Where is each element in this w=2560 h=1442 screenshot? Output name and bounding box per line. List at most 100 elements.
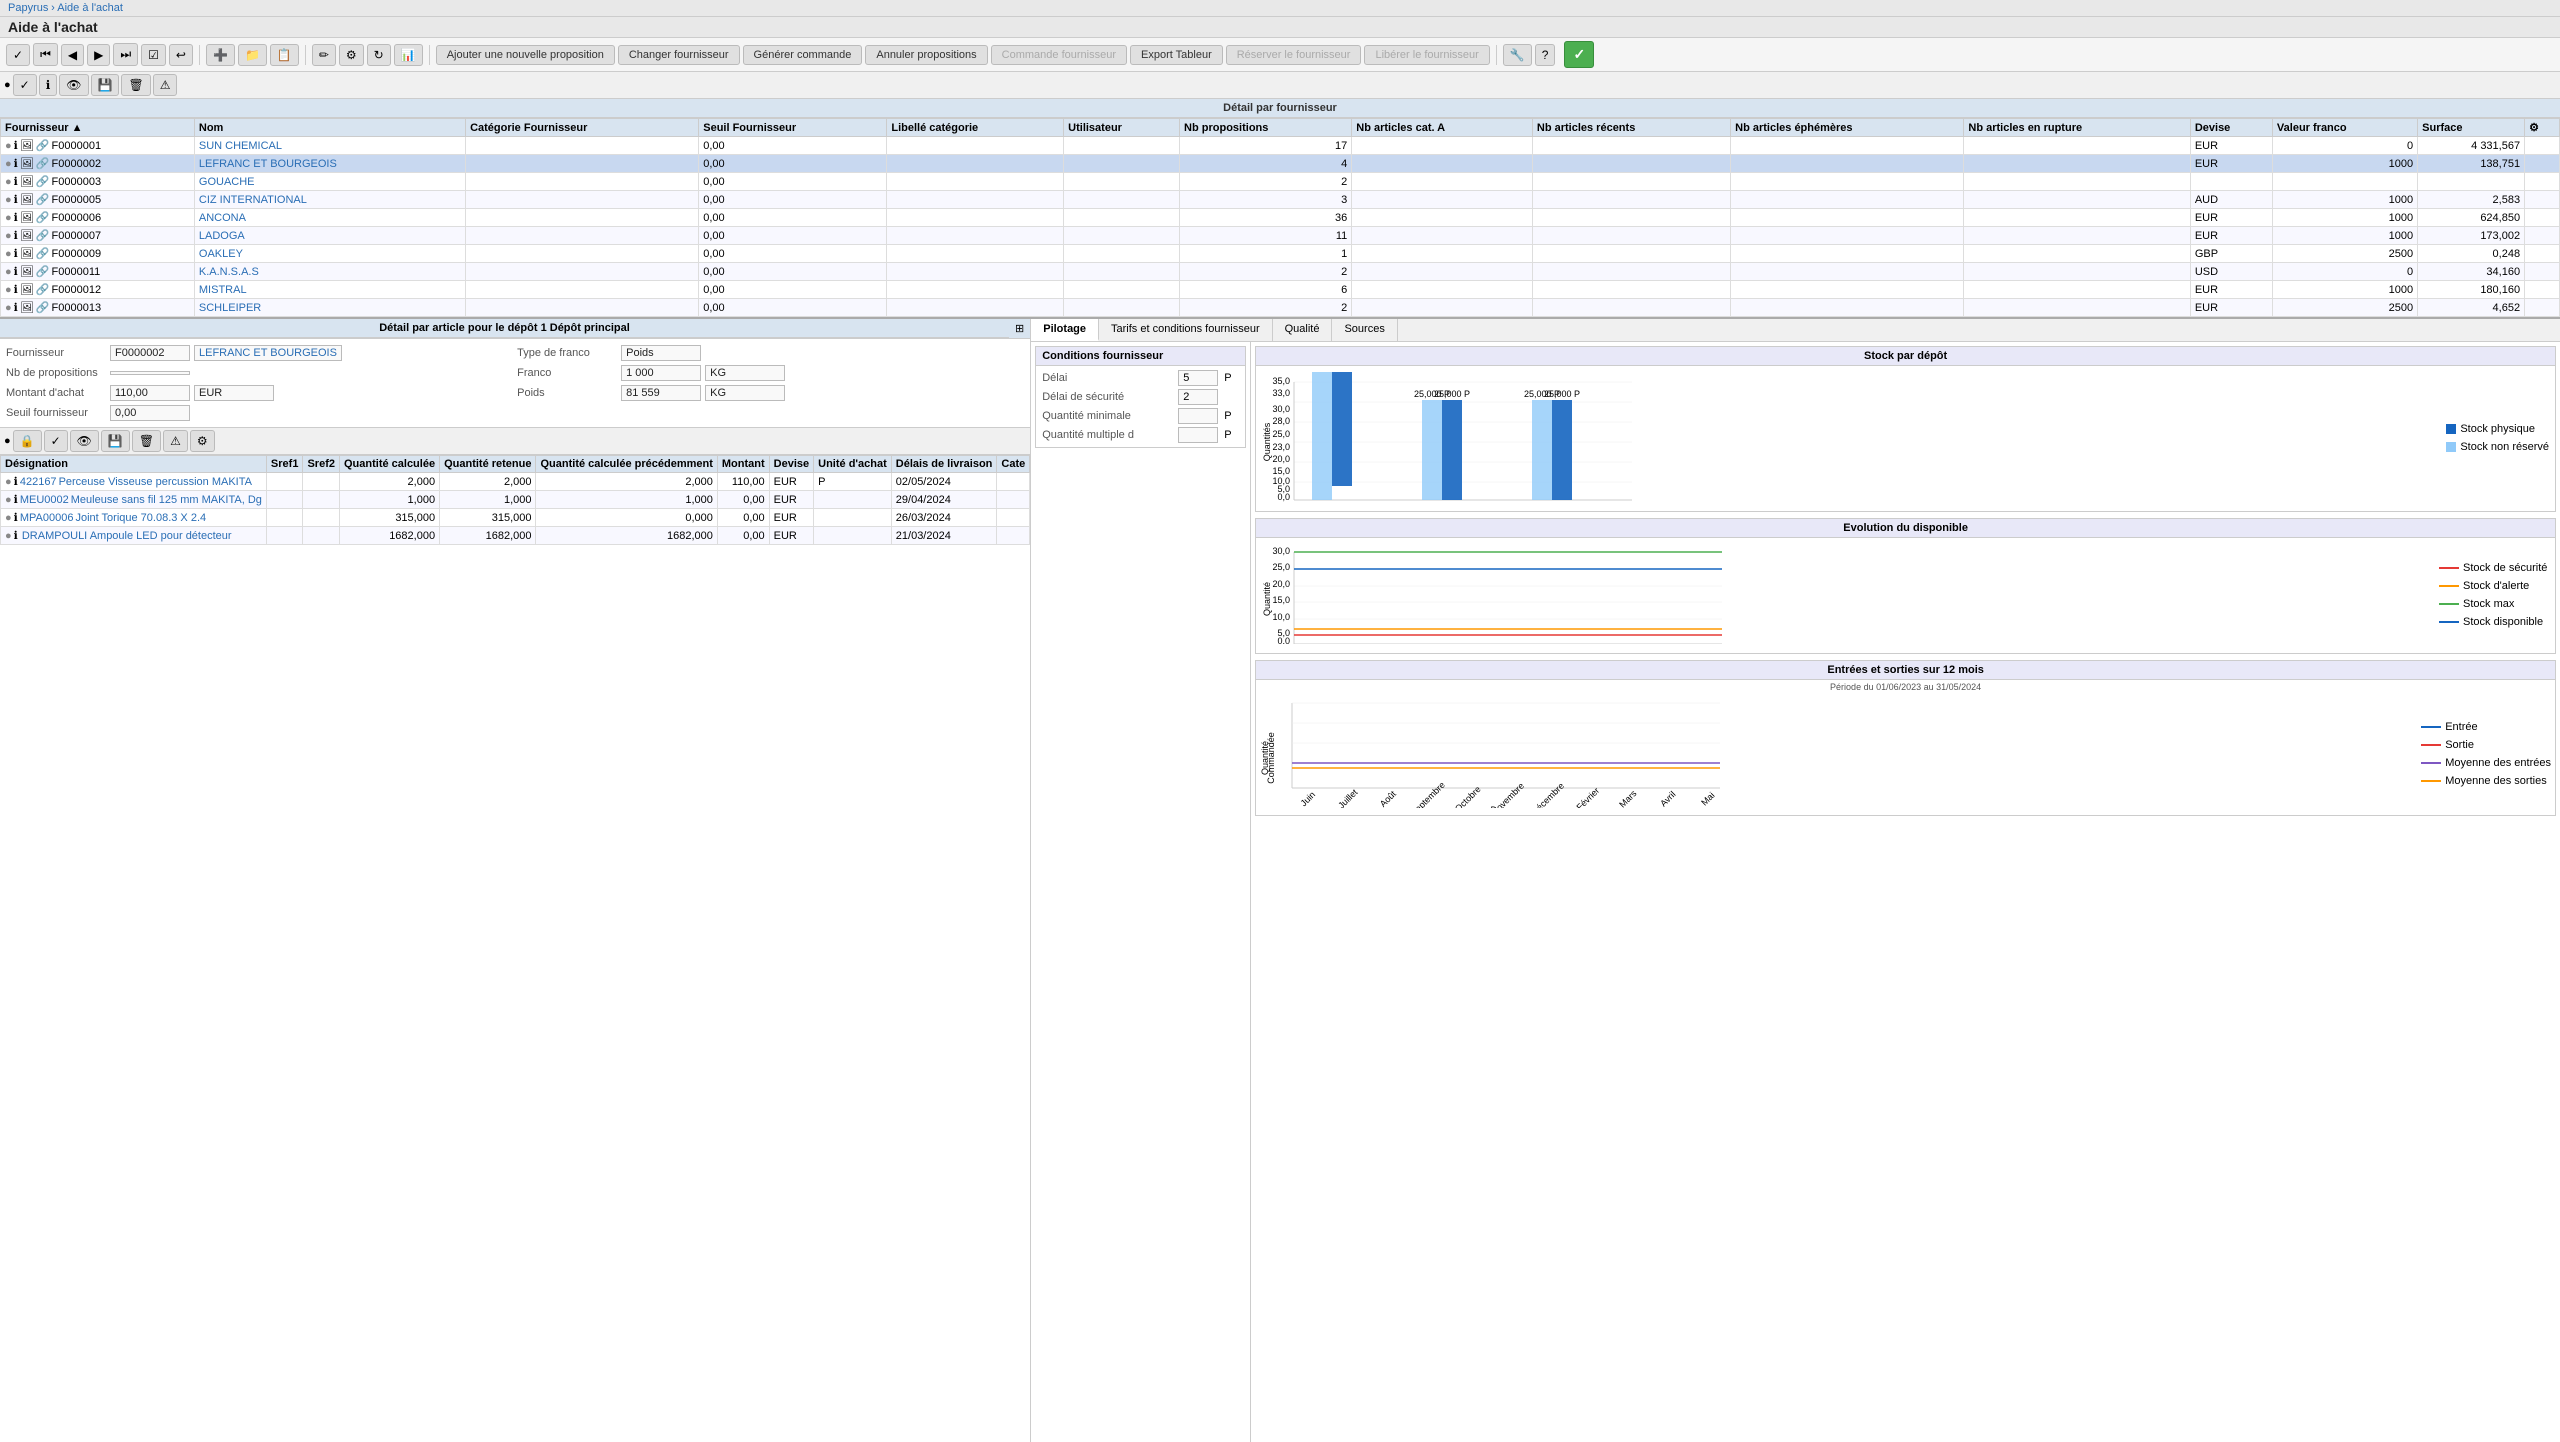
detail-table-wrap[interactable]: Désignation Sref1 Sref2 Quantité calculé… — [0, 455, 1030, 1442]
row-img[interactable]: 🖼 — [20, 175, 34, 188]
supplier-row[interactable]: ● ℹ 🖼 🔗 F0000007 LADOGA 0,00 11 EUR 1000… — [1, 227, 2560, 245]
row-img[interactable]: 🖼 — [20, 265, 34, 278]
upper-info[interactable]: ℹ — [39, 74, 58, 96]
detail-filter[interactable]: ⚙ — [190, 430, 215, 452]
row-info[interactable]: ℹ — [14, 193, 18, 206]
supplier-row[interactable]: ● ℹ 🖼 🔗 F0000012 MISTRAL 0,00 6 EUR 1000… — [1, 281, 2560, 299]
toolbar-check2[interactable]: ☑ — [141, 44, 166, 66]
row-link[interactable]: 🔗 — [36, 265, 50, 278]
row-link[interactable]: 🔗 — [36, 283, 50, 296]
row-info[interactable]: ℹ — [14, 139, 18, 152]
row-info[interactable]: ℹ — [14, 265, 18, 278]
tab-tarifs[interactable]: Tarifs et conditions fournisseur — [1099, 319, 1273, 341]
reserve-supplier-btn[interactable]: Réserver le fournisseur — [1226, 45, 1362, 65]
supplier-row[interactable]: ● ℹ 🖼 🔗 F0000001 SUN CHEMICAL 0,00 17 EU… — [1, 137, 2560, 155]
supplier-order-btn[interactable]: Commande fournisseur — [991, 45, 1127, 65]
supplier-row[interactable]: ● ℹ 🖼 🔗 F0000009 OAKLEY 0,00 1 GBP 2500 … — [1, 245, 2560, 263]
toolbar-refresh[interactable]: ↻ — [367, 44, 391, 66]
upper-table-scroll[interactable]: Fournisseur ▲ Nom Catégorie Fournisseur … — [0, 118, 2560, 317]
row-link[interactable]: 🔗 — [36, 139, 50, 152]
article-row[interactable]: ● ℹ 422167 Perceuse Visseuse percussion … — [1, 473, 1030, 491]
toolbar-nav-last[interactable]: ⏭ — [113, 43, 138, 66]
upper-warning[interactable]: ⚠ — [153, 74, 178, 96]
row-img[interactable]: 🖼 — [20, 157, 34, 170]
toolbar-folder[interactable]: 📁 — [238, 44, 267, 66]
franco-label: Franco — [517, 367, 617, 379]
toolbar-nav-prev[interactable]: ◀ — [61, 44, 84, 66]
art-info[interactable]: ℹ — [14, 529, 18, 542]
delai-input[interactable] — [1178, 370, 1218, 386]
supplier-row[interactable]: ● ℹ 🖼 🔗 F0000005 CIZ INTERNATIONAL 0,00 … — [1, 191, 2560, 209]
row-img[interactable]: 🖼 — [20, 283, 34, 296]
row-link[interactable]: 🔗 — [36, 193, 50, 206]
article-row[interactable]: ● ℹ MPA00006 Joint Torique 70.08.3 X 2.4… — [1, 509, 1030, 527]
upper-delete[interactable]: 🗑 — [121, 74, 150, 96]
supplier-row[interactable]: ● ℹ 🖼 🔗 F0000013 SCHLEIPER 0,00 2 EUR 25… — [1, 299, 2560, 317]
detail-delete[interactable]: 🗑 — [132, 430, 161, 452]
qte-mult-input[interactable] — [1178, 427, 1218, 443]
add-proposal-btn[interactable]: Ajouter une nouvelle proposition — [436, 45, 615, 65]
row-img[interactable]: 🖼 — [20, 193, 34, 206]
detail-warning[interactable]: ⚠ — [163, 430, 188, 452]
supplier-row[interactable]: ● ℹ 🖼 🔗 F0000003 GOUACHE 0,00 2 — [1, 173, 2560, 191]
change-supplier-btn[interactable]: Changer fournisseur — [618, 45, 740, 65]
row-link[interactable]: 🔗 — [36, 247, 50, 260]
upper-eye[interactable]: 👁 — [59, 74, 88, 96]
article-row[interactable]: ● ℹ DRAMPOULI Ampoule LED pour détecteur… — [1, 527, 1030, 545]
row-img[interactable]: 🖼 — [20, 139, 34, 152]
art-info[interactable]: ℹ — [14, 475, 18, 488]
row-link[interactable]: 🔗 — [36, 157, 50, 170]
row-info[interactable]: ℹ — [14, 301, 18, 314]
toolbar-help[interactable]: ? — [1535, 44, 1556, 66]
row-img[interactable]: 🖼 — [20, 211, 34, 224]
toolbar-settings[interactable]: ⚙ — [339, 44, 364, 66]
confirm-button[interactable]: ✓ — [1564, 41, 1594, 68]
toolbar-nav-next[interactable]: ▶ — [87, 44, 110, 66]
toolbar-copy[interactable]: 📋 — [270, 44, 299, 66]
detail-expand[interactable]: ⊞ — [1009, 320, 1030, 337]
art-info[interactable]: ℹ — [14, 493, 18, 506]
upper-save[interactable]: 💾 — [91, 74, 120, 96]
supplier-row[interactable]: ● ℹ 🖼 🔗 F0000011 K.A.N.S.A.S 0,00 2 USD … — [1, 263, 2560, 281]
tab-sources[interactable]: Sources — [1332, 319, 1397, 341]
breadcrumb-parent[interactable]: Papyrus — [8, 2, 48, 14]
article-row[interactable]: ● ℹ MEU0002 Meuleuse sans fil 125 mm MAK… — [1, 491, 1030, 509]
toolbar-edit[interactable]: ✏ — [312, 44, 336, 66]
toolbar-check[interactable]: ✓ — [6, 44, 30, 66]
tab-qualite[interactable]: Qualité — [1273, 319, 1333, 341]
cancel-proposals-btn[interactable]: Annuler propositions — [865, 45, 987, 65]
row-img[interactable]: 🖼 — [20, 301, 34, 314]
row-info[interactable]: ℹ — [14, 229, 18, 242]
row-link[interactable]: 🔗 — [36, 211, 50, 224]
supplier-row[interactable]: ● ℹ 🖼 🔗 F0000006 ANCONA 0,00 36 EUR 1000… — [1, 209, 2560, 227]
detail-eye[interactable]: 👁 — [70, 430, 99, 452]
row-link[interactable]: 🔗 — [36, 229, 50, 242]
toolbar-action1[interactable]: ↩ — [169, 44, 193, 66]
toolbar-add[interactable]: ➕ — [206, 44, 235, 66]
upper-check[interactable]: ✓ — [13, 74, 37, 96]
row-info[interactable]: ℹ — [14, 157, 18, 170]
row-info[interactable]: ℹ — [14, 283, 18, 296]
release-supplier-btn[interactable]: Libérer le fournisseur — [1364, 45, 1489, 65]
row-img[interactable]: 🖼 — [20, 247, 34, 260]
qte-min-input[interactable] — [1178, 408, 1218, 424]
toolbar-settings2[interactable]: 🔧 — [1503, 44, 1532, 66]
supplier-row[interactable]: ● ℹ 🖼 🔗 F0000002 LEFRANC ET BOURGEOIS 0,… — [1, 155, 2560, 173]
detail-save[interactable]: 💾 — [101, 430, 130, 452]
row-info[interactable]: ℹ — [14, 247, 18, 260]
row-info[interactable]: ℹ — [14, 175, 18, 188]
art-info[interactable]: ℹ — [14, 511, 18, 524]
toolbar-chart[interactable]: 📊 — [394, 44, 423, 66]
detail-check[interactable]: ✓ — [44, 430, 68, 452]
securite-input[interactable] — [1178, 389, 1218, 405]
row-link[interactable]: 🔗 — [36, 175, 50, 188]
row-info[interactable]: ℹ — [14, 211, 18, 224]
tab-pilotage[interactable]: Pilotage — [1031, 319, 1099, 341]
detail-lock[interactable]: 🔒 — [13, 430, 42, 452]
toolbar-nav-first[interactable]: ⏮ — [33, 43, 58, 66]
export-table-btn[interactable]: Export Tableur — [1130, 45, 1223, 65]
cond-securite: Délai de sécurité — [1042, 389, 1239, 405]
row-link[interactable]: 🔗 — [36, 301, 50, 314]
row-img[interactable]: 🖼 — [20, 229, 34, 242]
generate-order-btn[interactable]: Générer commande — [743, 45, 863, 65]
